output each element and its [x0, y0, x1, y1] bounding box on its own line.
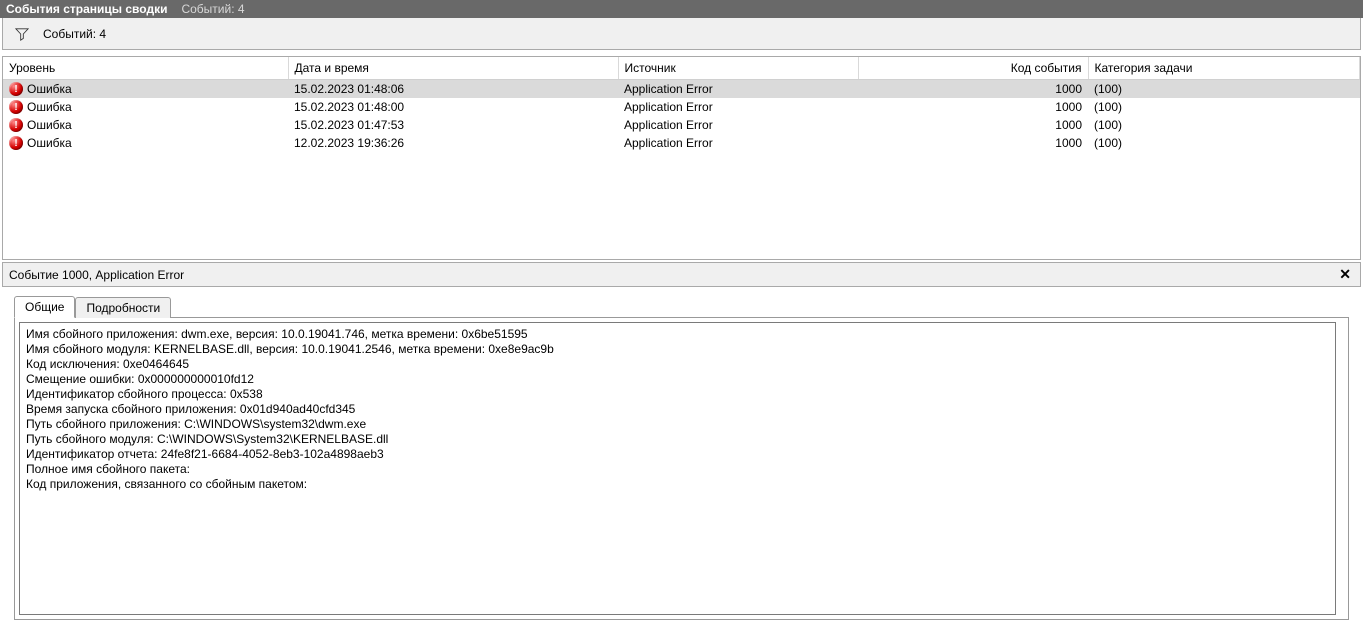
detail-tabs: Общие Подробности — [0, 287, 1363, 317]
cell-datetime: 15.02.2023 01:47:53 — [288, 116, 618, 134]
detail-line: Идентификатор отчета: 24fe8f21-6684-4052… — [26, 447, 1329, 462]
error-icon: ! — [9, 100, 23, 114]
cell-event-id: 1000 — [858, 134, 1088, 152]
col-header-task-category[interactable]: Категория задачи — [1088, 57, 1360, 80]
detail-line: Код исключения: 0xe0464645 — [26, 357, 1329, 372]
cell-source: Application Error — [618, 98, 858, 116]
table-row[interactable]: ! Ошибка 15.02.2023 01:47:53Application Er… — [3, 116, 1360, 134]
table-row[interactable]: ! Ошибка 12.02.2023 19:36:26Application Er… — [3, 134, 1360, 152]
detail-line: Полное имя сбойного пакета: — [26, 462, 1329, 477]
cell-source: Application Error — [618, 116, 858, 134]
filter-count-label: Событий: 4 — [43, 27, 106, 41]
cell-event-id: 1000 — [858, 98, 1088, 116]
close-icon[interactable]: ✕ — [1336, 266, 1354, 283]
window-event-count: Событий: 4 — [181, 2, 244, 16]
cell-datetime: 15.02.2023 01:48:06 — [288, 80, 618, 99]
cell-task-category: (100) — [1088, 98, 1360, 116]
cell-task-category: (100) — [1088, 80, 1360, 99]
event-detail-text: Имя сбойного приложения: dwm.exe, версия… — [19, 322, 1336, 615]
detail-line: Смещение ошибки: 0x000000000010fd12 — [26, 372, 1329, 387]
cell-level: ! Ошибка — [3, 134, 288, 152]
col-header-event-id[interactable]: Код события — [858, 57, 1088, 80]
tab-general[interactable]: Общие — [14, 296, 75, 318]
col-header-level[interactable]: Уровень — [3, 57, 288, 80]
col-header-datetime[interactable]: Дата и время — [288, 57, 618, 80]
event-detail-header: Событие 1000, Application Error ✕ — [2, 262, 1361, 287]
detail-line: Имя сбойного модуля: KERNELBASE.dll, вер… — [26, 342, 1329, 357]
cell-source: Application Error — [618, 134, 858, 152]
detail-line: Путь сбойного приложения: C:\WINDOWS\sys… — [26, 417, 1329, 432]
window-title-bar: События страницы сводки Событий: 4 — [0, 0, 1363, 18]
cell-event-id: 1000 — [858, 116, 1088, 134]
detail-line: Время запуска сбойного приложения: 0x01d… — [26, 402, 1329, 417]
cell-datetime: 12.02.2023 19:36:26 — [288, 134, 618, 152]
cell-level-text: Ошибка — [27, 100, 72, 114]
window-title: События страницы сводки — [6, 2, 167, 16]
error-icon: ! — [9, 118, 23, 132]
cell-level-text: Ошибка — [27, 118, 72, 132]
detail-line: Имя сбойного приложения: dwm.exe, версия… — [26, 327, 1329, 342]
cell-task-category: (100) — [1088, 116, 1360, 134]
cell-level: ! Ошибка — [3, 116, 288, 134]
filter-bar: Событий: 4 — [2, 18, 1361, 50]
tab-details[interactable]: Подробности — [75, 297, 171, 318]
error-icon: ! — [9, 82, 23, 96]
error-icon: ! — [9, 136, 23, 150]
detail-line: Путь сбойного модуля: C:\WINDOWS\System3… — [26, 432, 1329, 447]
col-header-source[interactable]: Источник — [618, 57, 858, 80]
detail-line: Код приложения, связанного со сбойным па… — [26, 477, 1329, 492]
cell-level: ! Ошибка — [3, 98, 288, 116]
table-row[interactable]: ! Ошибка 15.02.2023 01:48:06Application Er… — [3, 80, 1360, 99]
events-table-container: Уровень Дата и время Источник Код событи… — [2, 56, 1361, 260]
cell-level-text: Ошибка — [27, 82, 72, 96]
table-row[interactable]: ! Ошибка 15.02.2023 01:48:00Application Er… — [3, 98, 1360, 116]
cell-level: ! Ошибка — [3, 80, 288, 99]
cell-datetime: 15.02.2023 01:48:00 — [288, 98, 618, 116]
event-detail-title: Событие 1000, Application Error — [9, 268, 184, 282]
events-table: Уровень Дата и время Источник Код событи… — [3, 57, 1360, 152]
filter-icon[interactable] — [15, 27, 29, 41]
cell-event-id: 1000 — [858, 80, 1088, 99]
event-detail-panel: Имя сбойного приложения: dwm.exe, версия… — [14, 317, 1349, 620]
cell-task-category: (100) — [1088, 134, 1360, 152]
cell-level-text: Ошибка — [27, 136, 72, 150]
table-header-row: Уровень Дата и время Источник Код событи… — [3, 57, 1360, 80]
cell-source: Application Error — [618, 80, 858, 99]
detail-line: Идентификатор сбойного процесса: 0x538 — [26, 387, 1329, 402]
